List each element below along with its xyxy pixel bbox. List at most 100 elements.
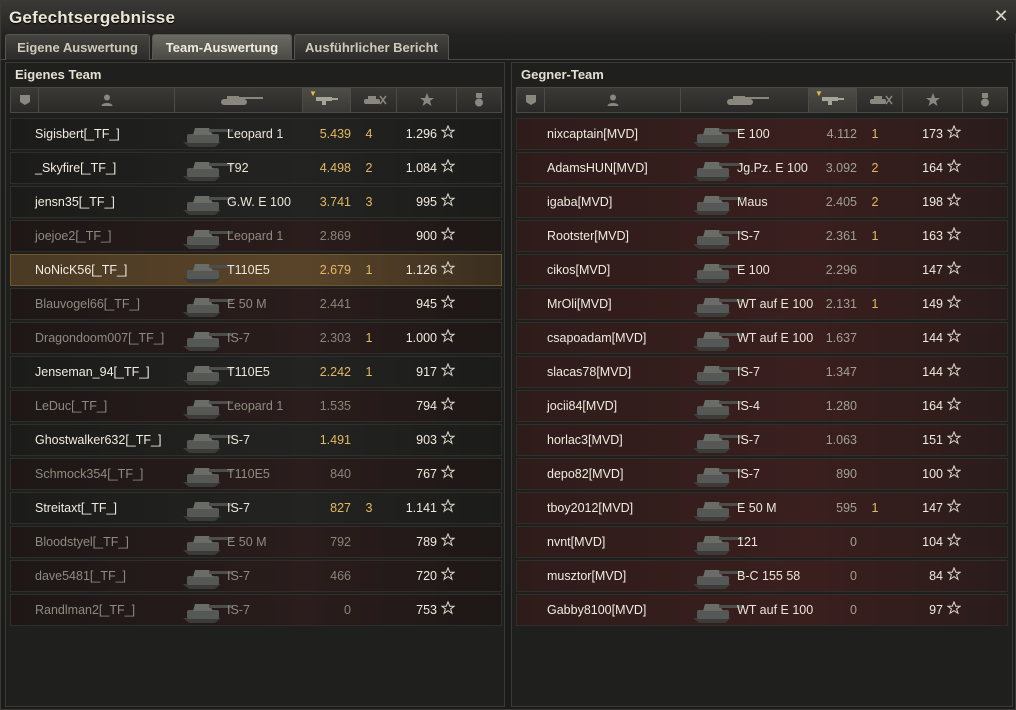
enemy-team-title: Gegner-Team	[521, 67, 604, 82]
player-row[interactable]: _Skyfire[_TF_] T92 4.498 2 1.084	[10, 152, 502, 184]
player-row[interactable]: Dragondoom007[_TF_] IS-7 2.303 1 1.000	[10, 322, 502, 354]
player-row[interactable]: jensn35[_TF_] G.W. E 100 3.741 3 995	[10, 186, 502, 218]
player-row[interactable]: tboy2012[MVD] E 50 M 595 1 147	[516, 492, 1008, 524]
damage-value: 466	[330, 569, 351, 583]
player-row[interactable]: joejoe2[_TF_] Leopard 1 2.869 900	[10, 220, 502, 252]
player-icon[interactable]	[545, 88, 681, 112]
kills-value: 1	[871, 501, 879, 515]
xp-value: 84	[929, 569, 943, 583]
player-name: igaba[MVD]	[547, 195, 613, 209]
player-row[interactable]: nvnt[MVD] 121 0 104	[516, 526, 1008, 558]
xp-value: 173	[922, 127, 943, 141]
tank-name: IS-4	[737, 399, 760, 413]
damage-value: 4.498	[319, 161, 351, 175]
damage-value: 0	[344, 603, 351, 617]
own-team-title: Eigenes Team	[15, 67, 102, 82]
player-row[interactable]: slacas78[MVD] IS-7 1.347 144	[516, 356, 1008, 388]
player-row[interactable]: depo82[MVD] IS-7 890 100	[516, 458, 1008, 490]
tank-icon[interactable]	[681, 88, 809, 112]
xp-value: 1.141	[405, 501, 437, 515]
player-row[interactable]: Randlman2[_TF_] IS-7 0 753	[10, 594, 502, 626]
tank-name: E 100	[737, 127, 770, 141]
tab-own-evaluation[interactable]: Eigene Auswertung	[5, 34, 150, 60]
damage-value: 2.131	[825, 297, 857, 311]
tank-name: Leopard 1	[227, 399, 284, 413]
damage-icon[interactable]: ▼	[809, 88, 857, 112]
damage-value: 827	[330, 501, 351, 515]
xp-star-icon[interactable]	[397, 88, 457, 112]
kills-value: 2	[365, 161, 373, 175]
player-row[interactable]: MrOli[MVD] WT auf E 100 2.131 1 149	[516, 288, 1008, 320]
player-row[interactable]: horlac3[MVD] IS-7 1.063 151	[516, 424, 1008, 456]
player-row[interactable]: Sigisbert[_TF_] Leopard 1 5.439 4 1.296	[10, 118, 502, 150]
tank-name: T92	[227, 161, 249, 175]
squad-icon[interactable]	[11, 88, 39, 112]
player-row[interactable]: Streitaxt[_TF_] IS-7 827 3 1.141	[10, 492, 502, 524]
xp-value: 164	[922, 399, 943, 413]
tank-name: IS-7	[227, 569, 250, 583]
player-row[interactable]: cikos[MVD] E 100 2.296 147	[516, 254, 1008, 286]
player-row[interactable]: Bloodstyel[_TF_] E 50 M 792 789	[10, 526, 502, 558]
medal-icon[interactable]	[963, 88, 1007, 112]
tab-detailed-report[interactable]: Ausführlicher Bericht	[294, 34, 449, 60]
player-icon[interactable]	[39, 88, 175, 112]
xp-value: 144	[922, 365, 943, 379]
tank-name: Leopard 1	[227, 229, 284, 243]
player-row[interactable]: Schmock354[_TF_] T110E5 840 767	[10, 458, 502, 490]
player-row[interactable]: jocii84[MVD] IS-4 1.280 164	[516, 390, 1008, 422]
player-row[interactable]: AdamsHUN[MVD] Jg.Pz. E 100 3.092 2 164	[516, 152, 1008, 184]
player-row[interactable]: NoNicK56[_TF_] T110E5 2.679 1 1.126	[10, 254, 502, 286]
tank-name: IS-7	[227, 603, 250, 617]
player-row[interactable]: dave5481[_TF_] IS-7 466 720	[10, 560, 502, 592]
damage-value: 2.441	[319, 297, 351, 311]
tab-team-evaluation[interactable]: Team-Auswertung	[152, 34, 292, 60]
xp-value: 163	[922, 229, 943, 243]
medal-icon[interactable]	[457, 88, 501, 112]
titlebar: Gefechtsergebnisse ✕	[1, 1, 1016, 33]
player-row[interactable]: csapoadam[MVD] WT auf E 100 1.637 144	[516, 322, 1008, 354]
player-name: NoNicK56[_TF_]	[35, 263, 128, 277]
kills-icon[interactable]	[857, 88, 903, 112]
player-row[interactable]: nixcaptain[MVD] E 100 4.112 1 173	[516, 118, 1008, 150]
player-row[interactable]: Rootster[MVD] IS-7 2.361 1 163	[516, 220, 1008, 252]
player-row[interactable]: Gabby8100[MVD] WT auf E 100 0 97	[516, 594, 1008, 626]
player-name: csapoadam[MVD]	[547, 331, 647, 345]
player-name: Sigisbert[_TF_]	[35, 127, 120, 141]
kills-value: 1	[871, 297, 879, 311]
player-row[interactable]: Blauvogel66[_TF_] E 50 M 2.441 945	[10, 288, 502, 320]
squad-icon[interactable]	[517, 88, 545, 112]
damage-icon[interactable]: ▼	[303, 88, 351, 112]
kills-icon[interactable]	[351, 88, 397, 112]
own-team-header: ▼	[10, 87, 502, 113]
xp-value: 149	[922, 297, 943, 311]
tank-name: 121	[737, 535, 758, 549]
tank-name: IS-7	[737, 365, 760, 379]
xp-value: 794	[416, 399, 437, 413]
tank-icon[interactable]	[175, 88, 303, 112]
player-row[interactable]: musztor[MVD] B-C 155 58 0 84	[516, 560, 1008, 592]
xp-value: 900	[416, 229, 437, 243]
kills-value: 3	[365, 501, 373, 515]
xp-value: 104	[922, 535, 943, 549]
tank-name: IS-7	[737, 433, 760, 447]
player-name: nixcaptain[MVD]	[547, 127, 639, 141]
tank-name: Leopard 1	[227, 127, 284, 141]
player-row[interactable]: LeDuc[_TF_] Leopard 1 1.535 794	[10, 390, 502, 422]
xp-value: 97	[929, 603, 943, 617]
xp-star-icon[interactable]	[903, 88, 963, 112]
tank-name: IS-7	[737, 467, 760, 481]
player-name: nvnt[MVD]	[547, 535, 606, 549]
player-name: Bloodstyel[_TF_]	[35, 535, 129, 549]
player-name: horlac3[MVD]	[547, 433, 623, 447]
xp-value: 995	[416, 195, 437, 209]
close-icon[interactable]: ✕	[991, 6, 1011, 26]
player-row[interactable]: igaba[MVD] Maus 2.405 2 198	[516, 186, 1008, 218]
tank-name: WT auf E 100	[737, 331, 814, 345]
kills-value: 1	[365, 365, 373, 379]
player-name: jocii84[MVD]	[547, 399, 618, 413]
player-row[interactable]: Jenseman_94[_TF_] T110E5 2.242 1 917	[10, 356, 502, 388]
player-name: Gabby8100[MVD]	[547, 603, 647, 617]
xp-value: 1.296	[405, 127, 437, 141]
player-name: Ghostwalker632[_TF_]	[35, 433, 162, 447]
player-row[interactable]: Ghostwalker632[_TF_] IS-7 1.491 903	[10, 424, 502, 456]
